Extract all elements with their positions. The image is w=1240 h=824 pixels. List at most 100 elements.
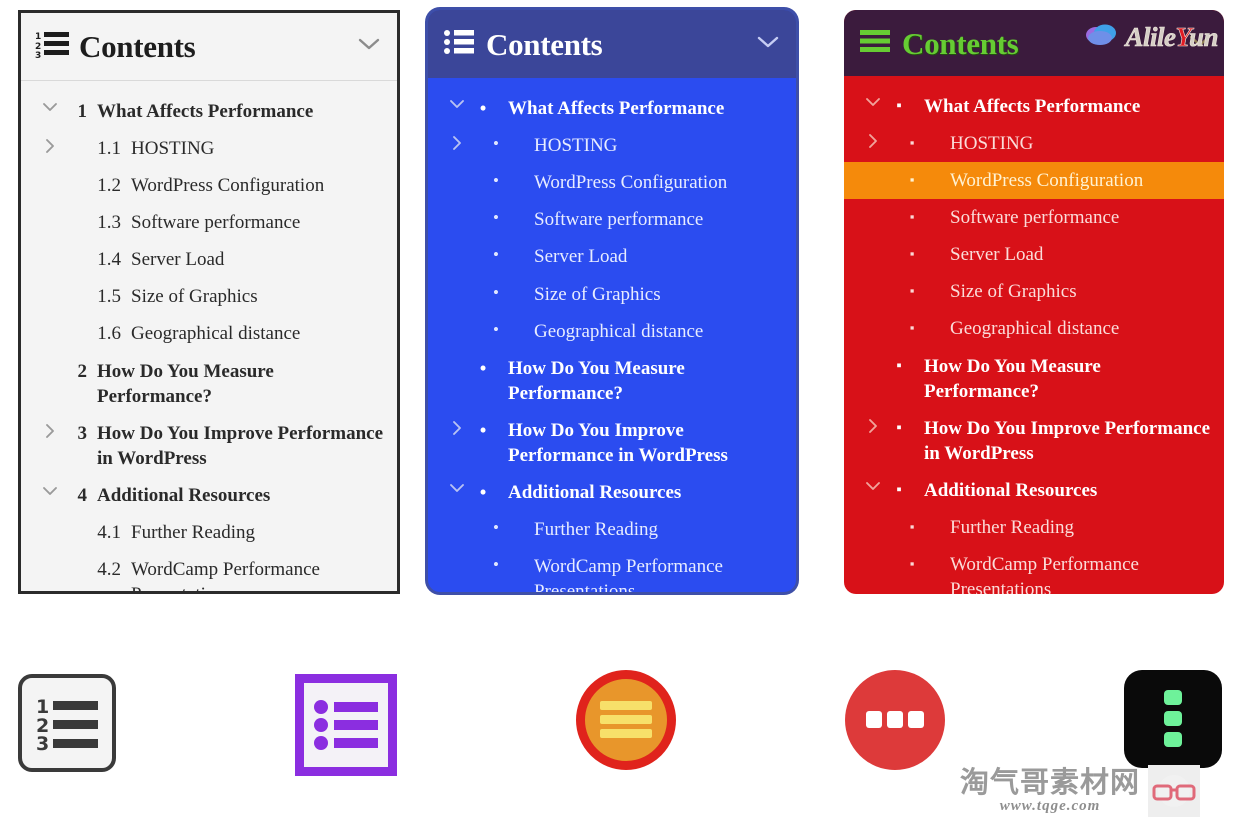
toc-item[interactable]: 2 How Do You Measure Performance? — [21, 353, 397, 415]
twisty-placeholder — [39, 210, 61, 212]
chevron-right-icon[interactable] — [862, 416, 884, 434]
chevron-down-icon[interactable] — [862, 478, 884, 492]
twisty-placeholder — [446, 207, 468, 209]
toc-item[interactable]: 1.2 WordPress Configuration — [21, 167, 397, 204]
page-title: Contents — [486, 26, 603, 62]
toc-item-label: Geographical distance — [131, 323, 301, 345]
toc-item-bullet: • — [479, 355, 487, 380]
toc-item-bullet: • — [493, 282, 499, 302]
toc-item[interactable]: ▪ Server Load — [844, 236, 1224, 273]
toc-item[interactable]: • Software performance — [428, 201, 796, 238]
toc-item-label: Server Load — [950, 244, 1044, 266]
toc-item[interactable]: ▪ Size of Graphics — [844, 273, 1224, 310]
toc-item[interactable]: 1.6 Geographical distance — [21, 315, 397, 352]
chevron-down-icon[interactable] — [756, 34, 780, 55]
toc-item-bullet: ▪ — [909, 283, 915, 299]
chevron-down-icon[interactable] — [39, 99, 61, 113]
toc-item-bullet: • — [479, 417, 487, 442]
toc-item[interactable]: 3 How Do You Improve Performance in WordP… — [21, 415, 397, 477]
twisty-placeholder — [39, 247, 61, 249]
toc-item-label: WordCamp Performance Presentations — [950, 554, 1139, 594]
toc-item-label: WordPress Configuration — [131, 175, 325, 197]
page-title: Contents — [902, 25, 1019, 61]
screenshot-stage: 1 2 3 Contents 1 What Affects Performance… — [0, 0, 1240, 824]
twisty-placeholder — [862, 316, 884, 318]
toc-item[interactable]: • Server Load — [428, 238, 796, 275]
twisty-placeholder — [39, 557, 61, 559]
chevron-right-icon[interactable] — [862, 131, 884, 149]
kebab-menu-icon[interactable] — [1124, 670, 1222, 768]
toc-list-classic: 1 What Affects Performance 1.1 HOSTING 1.2 Wo… — [21, 81, 397, 591]
toc-item-bullet: • — [493, 171, 499, 191]
toc-item-bullet: • — [479, 96, 487, 120]
toc-item[interactable]: • How Do You Improve Performance in WordP… — [428, 412, 796, 474]
toc-item[interactable]: ▪ Geographical distance — [844, 310, 1224, 347]
toc-item[interactable]: ▪ Software performance — [844, 199, 1224, 236]
chevron-down-icon[interactable] — [39, 483, 61, 497]
toc-item[interactable]: • Size of Graphics — [428, 276, 796, 313]
toc-item[interactable]: 1.1 HOSTING — [21, 130, 397, 167]
toc-item[interactable]: ▪ HOSTING — [844, 125, 1224, 162]
toc-header-blue: Contents — [428, 10, 796, 78]
toc-item-number: 1.6 — [97, 323, 121, 345]
twisty-placeholder — [39, 284, 61, 286]
toc-item[interactable]: 1.4 Server Load — [21, 241, 397, 278]
toc-item-label: WordCamp Performance Presentations — [534, 556, 723, 592]
toc-item-label: How Do You Measure Performance? — [97, 360, 274, 407]
toc-item[interactable]: 1 What Affects Performance — [21, 93, 397, 130]
toc-item[interactable]: ▪ Further Reading — [844, 509, 1224, 546]
toc-item[interactable]: 4.1 Further Reading — [21, 514, 397, 551]
chevron-right-icon[interactable] — [446, 133, 468, 151]
toc-item-label: What Affects Performance — [97, 101, 314, 122]
toc-item[interactable]: ▪ Additional Resources — [844, 472, 1224, 509]
bulleted-list-icon — [444, 29, 474, 60]
toc-item-label: WordCamp Performance Presentations — [131, 559, 320, 591]
toc-item-label: Software performance — [950, 207, 1120, 229]
chevron-down-icon[interactable] — [446, 96, 468, 110]
toc-item[interactable]: • HOSTING — [428, 127, 796, 164]
toc-item[interactable]: • What Affects Performance — [428, 90, 796, 127]
toc-item[interactable]: ▪ How Do You Improve Performance in WordP… — [844, 410, 1224, 472]
toc-item[interactable]: 4 Additional Resources — [21, 477, 397, 514]
chevron-down-icon[interactable] — [1188, 33, 1212, 54]
toc-item[interactable]: • WordPress Configuration — [428, 164, 796, 201]
toc-item[interactable]: 4.2 WordCamp Performance Presentations — [21, 551, 397, 591]
toc-item-bullet: • — [479, 479, 487, 504]
svg-text:1: 1 — [35, 32, 41, 42]
toc-item-label: WordPress Configuration — [534, 172, 728, 194]
toc-item[interactable]: • Geographical distance — [428, 313, 796, 350]
chevron-down-icon[interactable] — [446, 480, 468, 494]
chevron-right-icon[interactable] — [446, 418, 468, 436]
hamburger-circle-icon[interactable] — [576, 670, 676, 770]
toc-item-label: How Do You Measure Performance? — [924, 355, 1101, 402]
toc-item[interactable]: ▪ What Affects Performance — [844, 88, 1224, 125]
toc-list-blue: • What Affects Performance • HOSTING • WordPr… — [428, 78, 796, 592]
numbered-list-boxed-icon[interactable]: 1 2 3 — [18, 674, 116, 772]
toc-item[interactable]: 1.5 Size of Graphics — [21, 278, 397, 315]
toc-item-label: Geographical distance — [950, 318, 1120, 340]
twisty-placeholder — [446, 319, 468, 321]
toc-item[interactable]: • How Do You Measure Performance? — [428, 350, 796, 412]
toc-item[interactable]: • Additional Resources — [428, 474, 796, 511]
cloud-icon — [1083, 22, 1121, 53]
ellipsis-circle-icon[interactable] — [845, 670, 945, 770]
toc-item[interactable]: 1.3 Software performance — [21, 204, 397, 241]
hamburger-list-icon — [860, 29, 890, 58]
toc-item[interactable]: ▪ How Do You Measure Performance? — [844, 348, 1224, 410]
bulleted-list-framed-icon[interactable] — [295, 674, 397, 776]
toc-item-label: HOSTING — [950, 133, 1034, 155]
toc-item-label: What Affects Performance — [508, 98, 725, 119]
twisty-placeholder — [446, 282, 468, 284]
twisty-placeholder — [862, 242, 884, 244]
toc-item[interactable]: • Further Reading — [428, 511, 796, 548]
chevron-right-icon[interactable] — [39, 136, 61, 154]
toc-item[interactable]: • WordCamp Performance Presentations — [428, 548, 796, 592]
twisty-placeholder — [862, 205, 884, 207]
toc-item[interactable]: ▪ WordPress Configuration — [844, 162, 1224, 200]
chevron-down-icon[interactable] — [357, 36, 381, 57]
toc-item-label: Size of Graphics — [950, 281, 1077, 303]
toc-item[interactable]: ▪ WordCamp Performance Presentations — [844, 546, 1224, 594]
toc-item-label: How Do You Measure Performance? — [508, 357, 685, 404]
chevron-right-icon[interactable] — [39, 421, 61, 439]
chevron-down-icon[interactable] — [862, 94, 884, 108]
